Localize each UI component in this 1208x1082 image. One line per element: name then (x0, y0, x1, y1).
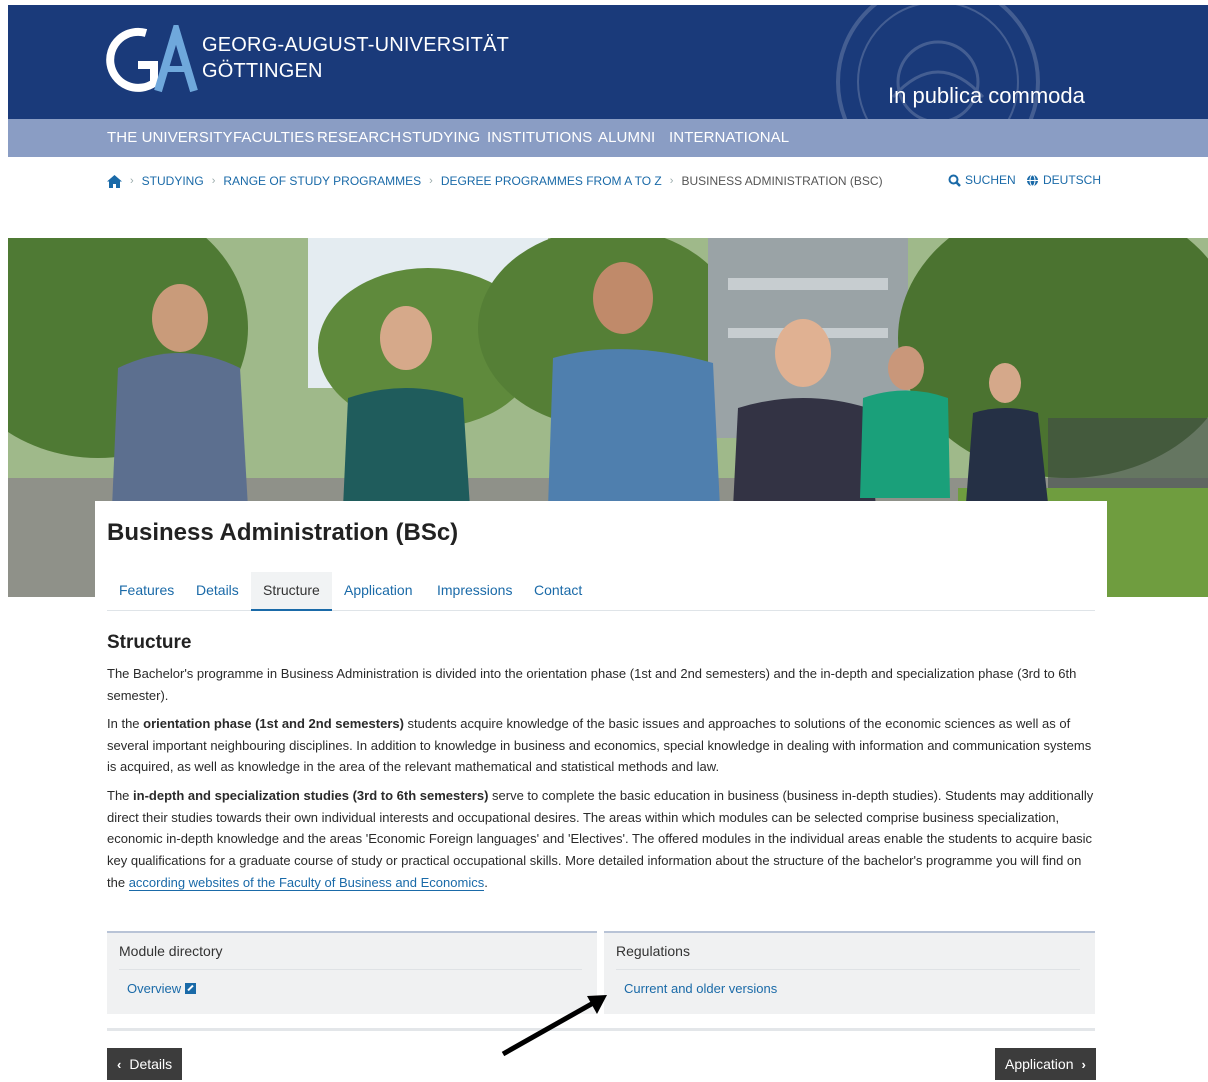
paragraph-specialization: The in-depth and specialization studies … (107, 785, 1097, 894)
chevron-right-icon: › (211, 175, 216, 187)
paragraph-orientation: In the orientation phase (1st and 2nd se… (107, 713, 1097, 778)
search-label: SUCHEN (965, 173, 1016, 187)
chevron-right-icon: › (130, 175, 134, 187)
previous-details-button[interactable]: ‹ Details (107, 1048, 183, 1080)
university-logo[interactable] (106, 25, 198, 97)
nav-item-faculties[interactable]: FACULTIES (233, 129, 314, 146)
breadcrumb: › Studying › Range of study programmes ›… (107, 173, 883, 189)
home-icon[interactable] (107, 174, 122, 188)
section-title: Structure (107, 632, 192, 653)
nav-item-international[interactable]: INTERNATIONAL (669, 129, 789, 146)
next-application-button[interactable]: Application › (995, 1048, 1096, 1080)
breadcrumb-item-range-of-study-programmes[interactable]: Range of study programmes (223, 174, 421, 188)
nav-item-institutions[interactable]: INSTITUTIONS (487, 129, 592, 146)
module-directory-title: Module directory (119, 943, 223, 959)
university-name-line1: GEORG-AUGUST-UNIVERSITÄT (202, 34, 510, 56)
paragraph-emphasis: in-depth and specialization studies (3rd… (133, 788, 489, 803)
paragraph-emphasis: orientation phase (1st and 2nd semesters… (143, 716, 404, 731)
regulations-versions-link[interactable]: Current and older versions (624, 981, 777, 996)
globe-icon (1027, 174, 1038, 186)
chevron-right-icon: › (429, 175, 433, 187)
chevron-right-icon: › (1081, 1056, 1086, 1072)
external-link-icon (185, 983, 197, 994)
nav-item-the-university[interactable]: THE UNIVERSITY (107, 129, 233, 146)
breadcrumb-current: Business Administration (BSc) (681, 174, 883, 188)
tab-bar: Features Details Structure Application I… (107, 572, 1095, 611)
paragraph-intro: The Bachelor's programme in Business Adm… (107, 666, 1077, 703)
tab-impressions[interactable]: Impressions (425, 572, 524, 611)
chevron-left-icon: ‹ (117, 1056, 122, 1072)
tab-contact[interactable]: Contact (522, 572, 594, 611)
nav-item-alumni[interactable]: ALUMNI (598, 129, 655, 146)
next-label: Application (1005, 1056, 1074, 1072)
nav-item-studying[interactable]: STUDYING (402, 129, 480, 146)
divider (119, 969, 582, 970)
overview-link-label: Overview (127, 981, 182, 996)
university-name-line2: GÖTTINGEN (202, 60, 323, 82)
main-navigation: THE UNIVERSITY FACULTIES RESEARCH STUDYI… (8, 119, 1208, 157)
nav-item-research[interactable]: RESEARCH (317, 129, 401, 146)
annotation-arrow-icon (501, 995, 607, 1057)
tab-features[interactable]: Features (107, 572, 186, 611)
paragraph-text: . (484, 874, 488, 890)
faculty-website-link[interactable]: according websites of the Faculty of Bus… (128, 874, 485, 891)
regulations-box: Regulations Current and older versions (604, 931, 1095, 1014)
language-switch[interactable]: DEUTSCH (1026, 173, 1101, 187)
site-header: GEORG-AUGUST-UNIVERSITÄT GÖTTINGEN In pu… (8, 5, 1208, 119)
previous-label: Details (129, 1056, 173, 1072)
overview-link[interactable]: Overview (127, 981, 197, 996)
search-icon (948, 174, 961, 187)
regulations-title: Regulations (616, 943, 690, 959)
chevron-right-icon: › (669, 175, 674, 187)
breadcrumb-item-studying[interactable]: Studying (142, 174, 204, 188)
divider (616, 969, 1080, 970)
motto: In publica commoda (888, 83, 1085, 108)
paragraph-text: In the (107, 716, 144, 731)
page-title: Business Administration (BSc) (107, 519, 459, 546)
tab-application[interactable]: Application (332, 572, 425, 611)
tab-details[interactable]: Details (184, 572, 251, 611)
tab-structure[interactable]: Structure (251, 572, 332, 611)
university-name: GEORG-AUGUST-UNIVERSITÄT GÖTTINGEN (202, 32, 509, 84)
language-label: DEUTSCH (1043, 173, 1102, 187)
paragraph-text: The (107, 788, 134, 803)
search-link[interactable]: SUCHEN (948, 173, 1016, 187)
breadcrumb-item-degree-programmes[interactable]: Degree programmes from A to Z (441, 174, 662, 188)
